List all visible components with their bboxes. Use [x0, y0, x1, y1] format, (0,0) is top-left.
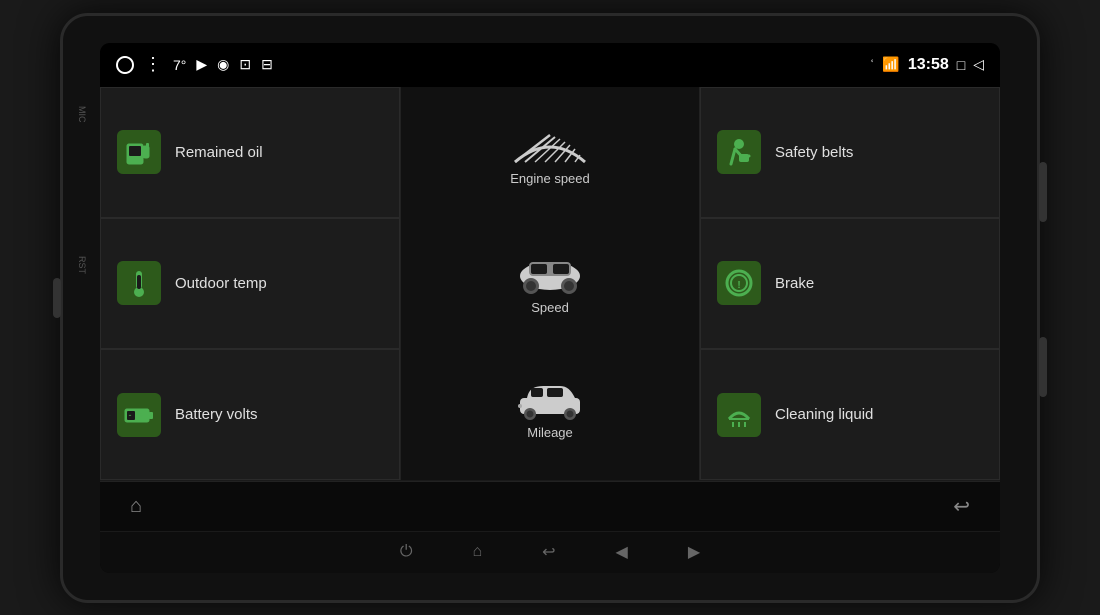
camera-icon: ◉: [217, 56, 229, 73]
engine-speed-item: Engine speed: [510, 127, 590, 186]
speed-label: Speed: [531, 300, 569, 315]
seatbelt-icon: [717, 130, 761, 174]
brake-tile[interactable]: ! Brake: [700, 218, 1000, 349]
wiper-icon: [510, 127, 590, 167]
brake-label: Brake: [775, 275, 814, 292]
engine-speed-label: Engine speed: [510, 171, 590, 186]
nav-bar: ⏻ ⌂ ↩ ◀ ▶: [100, 531, 1000, 573]
rst-label: RST: [77, 256, 87, 274]
status-bar: ⋮ 7° ▶ ◉ ⊡ ⊟ ʿ︎ 📶 13:58 □ ◁: [100, 43, 1000, 87]
car-front-icon: [515, 246, 585, 296]
brake-icon: !: [717, 261, 761, 305]
mileage-label: Mileage: [527, 425, 573, 440]
left-side-button[interactable]: [53, 278, 61, 318]
dots-icon: ⋮: [144, 54, 163, 75]
bottom-bar: ⌂ ↩: [100, 481, 1000, 531]
speed-item: Speed: [515, 246, 585, 315]
status-right: ʿ︎ 📶 13:58 □ ◁: [870, 56, 984, 74]
safety-belts-label: Safety belts: [775, 144, 853, 161]
vol-down-nav-icon[interactable]: ◀: [616, 542, 628, 562]
cleaning-liquid-tile[interactable]: Cleaning liquid: [700, 349, 1000, 480]
right-side-button-top[interactable]: [1039, 162, 1047, 222]
battery-volts-tile[interactable]: - + Battery volts: [100, 349, 400, 480]
battery-icon: - +: [117, 393, 161, 437]
remained-oil-tile[interactable]: Remained oil: [100, 87, 400, 218]
clock-display: 13:58: [908, 56, 949, 74]
battery-volts-label: Battery volts: [175, 406, 258, 423]
mic-label: MIC: [77, 106, 87, 123]
remained-oil-label: Remained oil: [175, 144, 263, 161]
power-nav-icon[interactable]: ⏻: [400, 543, 413, 561]
fuel-icon: [117, 130, 161, 174]
window-icon: □: [957, 57, 965, 73]
bluetooth-icon: ʿ︎: [870, 57, 875, 73]
safety-belts-tile[interactable]: Safety belts: [700, 87, 1000, 218]
right-side-button-bottom[interactable]: [1039, 337, 1047, 397]
thermometer-icon: [117, 261, 161, 305]
photo-icon: ⊡: [239, 56, 251, 73]
vol-up-nav-icon[interactable]: ▶: [688, 542, 700, 562]
svg-text:+: +: [138, 410, 143, 420]
home-nav-icon[interactable]: ⌂: [472, 543, 482, 561]
svg-text:!: !: [737, 280, 740, 291]
back-nav-icon: ◁: [973, 56, 984, 73]
car-head-unit: MIC RST ⋮ 7° ▶ ◉ ⊡ ⊟ ʿ︎ 📶 13:58 □ ◁: [60, 13, 1040, 603]
wifi-icon: 📶: [882, 56, 899, 73]
svg-text:-: -: [129, 410, 132, 420]
circle-icon: [116, 56, 134, 74]
home-button[interactable]: ⌂: [130, 495, 142, 518]
cleaning-liquid-label: Cleaning liquid: [775, 406, 873, 423]
back-button[interactable]: ↩: [953, 494, 970, 519]
mileage-item: Mileage: [515, 376, 585, 440]
car-side-icon: [515, 376, 585, 421]
video-icon: ⊟: [261, 56, 273, 73]
outdoor-temp-label: Outdoor temp: [175, 275, 267, 292]
main-grid: Remained oil Outdoor temp: [100, 87, 1000, 481]
back-nav-icon[interactable]: ↩: [542, 542, 555, 562]
washer-icon: [717, 393, 761, 437]
status-left: ⋮ 7° ▶ ◉ ⊡ ⊟: [116, 54, 858, 75]
youtube-icon: ▶: [196, 56, 207, 73]
outdoor-temp-tile[interactable]: Outdoor temp: [100, 218, 400, 349]
temperature-display: 7°: [173, 57, 186, 73]
center-panel: Engine speed Speed: [400, 87, 700, 481]
screen: ⋮ 7° ▶ ◉ ⊡ ⊟ ʿ︎ 📶 13:58 □ ◁: [100, 43, 1000, 573]
